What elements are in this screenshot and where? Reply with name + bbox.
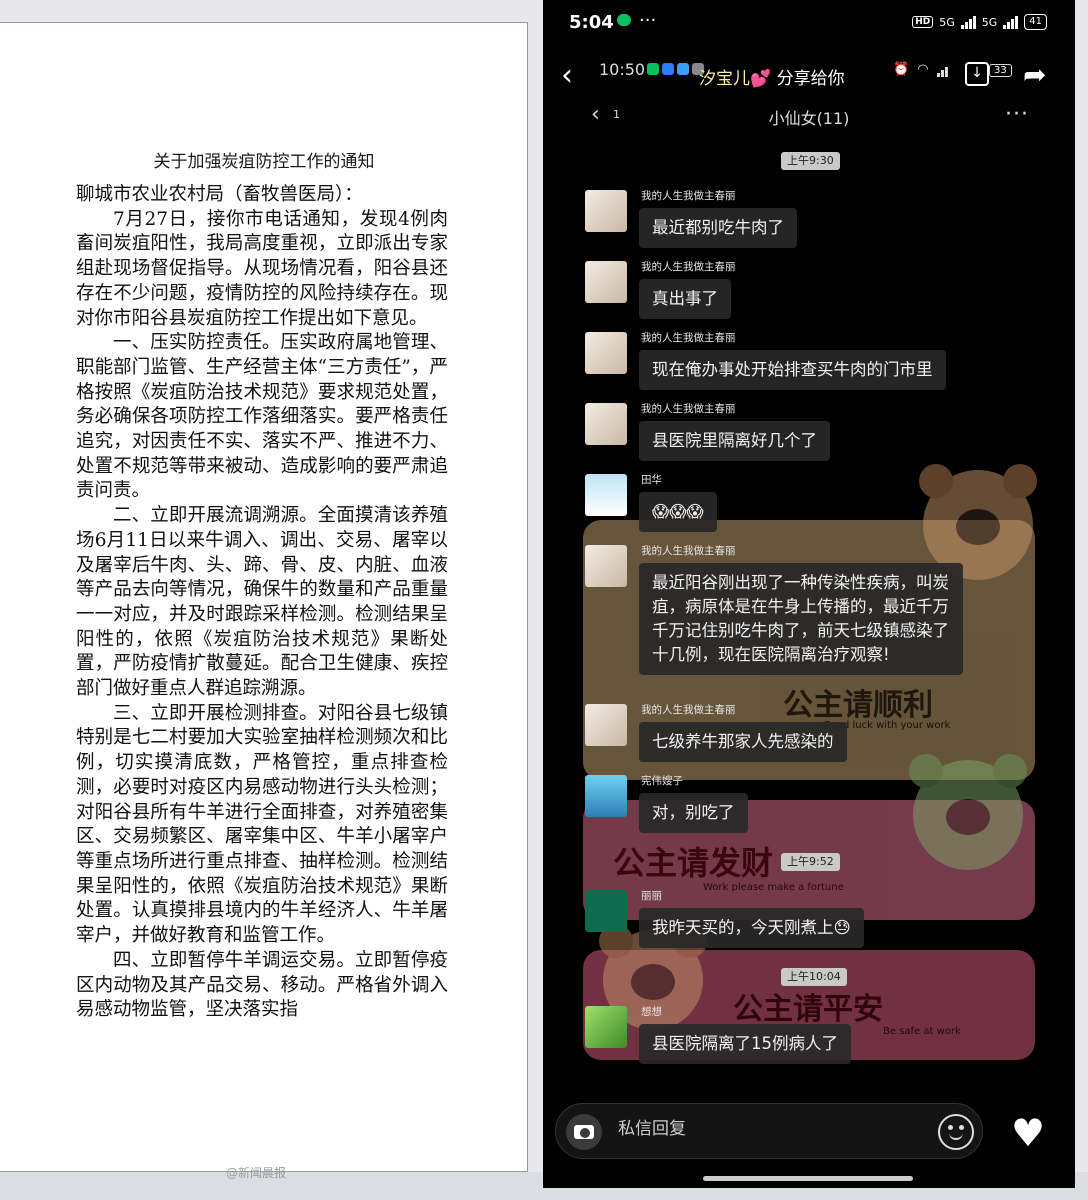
message-bubble[interactable]: 县医院里隔离好几个了 bbox=[639, 421, 830, 461]
like-heart-icon[interactable]: ♥ bbox=[1011, 1114, 1045, 1152]
avatar[interactable] bbox=[585, 545, 627, 587]
avatar[interactable] bbox=[585, 190, 627, 232]
message-bubble[interactable]: 真出事了 bbox=[639, 279, 731, 319]
sender-name: 宪伟嫂子 bbox=[641, 775, 683, 787]
sender-name: 我的人生我做主春丽 bbox=[641, 332, 736, 344]
message-bubble[interactable]: 最近阳谷刚出现了一种传染性疾病，叫炭疽，病原体是在牛身上传播的，最近千万千万记住… bbox=[639, 563, 963, 675]
battery-icon: 41 bbox=[1024, 14, 1047, 30]
message-bubble[interactable]: 县医院隔离了15例病人了 bbox=[639, 1024, 851, 1064]
avatar[interactable] bbox=[585, 1006, 627, 1048]
time-divider: 上午9:52 bbox=[781, 853, 840, 871]
sticker-text: 公主请发财 bbox=[613, 844, 774, 882]
sender-name: 我的人生我做主春丽 bbox=[641, 545, 736, 557]
avatar[interactable] bbox=[585, 474, 627, 516]
status-time: 5:04 bbox=[569, 12, 614, 33]
time-divider: 上午10:04 bbox=[781, 968, 847, 986]
inner-status-time: 10:50 bbox=[599, 60, 646, 79]
notice-document: 关于加强炭疽防控工作的通知 聊城市农业农村局（畜牧兽医局）： 7月27日，接你市… bbox=[0, 22, 528, 1172]
system-status-bar: 5:04 ··· HD 5G 5G 41 bbox=[543, 0, 1075, 48]
heart-emoji: 💕 bbox=[750, 69, 772, 89]
chat-header: ‹ 1 小仙女(11) ··· bbox=[543, 100, 1075, 134]
frog-bear-sticker-icon bbox=[909, 754, 1027, 870]
document-paragraph: 7月27日，接你市电话通知，发现4例肉畜间炭疽阳性，我局高度重视，立即派出专家组… bbox=[76, 208, 448, 329]
reply-bar bbox=[555, 1103, 983, 1159]
message-bubble[interactable]: 我昨天买的，今天刚煮上😓 bbox=[639, 908, 864, 948]
back-arrow-icon[interactable]: ‹ bbox=[561, 58, 573, 93]
avatar[interactable] bbox=[585, 775, 627, 817]
status-indicators: HD 5G 5G 41 bbox=[912, 14, 1047, 30]
message-bubble[interactable]: 对，别吃了 bbox=[639, 793, 748, 833]
more-options-icon[interactable]: ··· bbox=[1005, 102, 1029, 127]
sender-name: 想想 bbox=[641, 1006, 662, 1018]
reply-input[interactable] bbox=[618, 1119, 918, 1139]
inner-signal-icon bbox=[936, 63, 948, 77]
sharer-name: 汐宝儿 bbox=[699, 69, 750, 89]
phone-screen: 5:04 ··· HD 5G 5G 41 ‹ 10:50 汐宝儿💕 分享给你 ⏰… bbox=[543, 0, 1075, 1188]
inner-notification-icons bbox=[647, 63, 704, 75]
home-indicator[interactable] bbox=[703, 1176, 913, 1181]
avatar[interactable] bbox=[585, 704, 627, 746]
more-notifications-icon: ··· bbox=[639, 10, 657, 31]
document-paragraph: 一、压实防控责任。压实政府属地管理、职能部门监管、生产经营主体“三方责任”，严格… bbox=[76, 332, 448, 502]
share-title: 汐宝儿💕 分享给你 bbox=[699, 64, 845, 89]
avatar[interactable] bbox=[585, 261, 627, 303]
sender-name: 丽丽 bbox=[641, 890, 662, 902]
time-divider: 上午9:30 bbox=[781, 152, 840, 170]
sticker-text: 公主请顺利 bbox=[783, 688, 933, 723]
document-paragraph: 聊城市农业农村局（畜牧兽医局）： bbox=[76, 184, 363, 205]
document-paragraph: 四、立即暂停牛羊调运交易。立即暂停疫区内动物及其产品交易、移动。严格省外调入易感… bbox=[76, 949, 448, 1021]
avatar[interactable] bbox=[585, 403, 627, 445]
document-paragraph: 三、立即开展检测排查。对阳谷县七级镇特别是七二村要加大实验室抽样检测频次和比例，… bbox=[76, 702, 448, 947]
network-label: 5G bbox=[939, 15, 955, 29]
sender-name: 田华 bbox=[641, 474, 662, 486]
message-bubble[interactable]: 😱😱😱 bbox=[639, 492, 717, 532]
signal-icon bbox=[960, 15, 976, 29]
sticker-subtext: Work please make a fortune bbox=[703, 882, 844, 893]
message-bubble[interactable]: 现在俺办事处开始排查买牛肉的门市里 bbox=[639, 350, 946, 390]
hd-voice-icon: HD bbox=[912, 16, 934, 28]
inner-battery-icon: 33 bbox=[989, 64, 1012, 77]
message-bubble[interactable]: 最近都别吃牛肉了 bbox=[639, 208, 797, 248]
avatar[interactable] bbox=[585, 890, 627, 932]
document-body: 聊城市农业农村局（畜牧兽医局）： 7月27日，接你市电话通知，发现4例肉畜间炭疽… bbox=[76, 183, 448, 1023]
sender-name: 我的人生我做主春丽 bbox=[641, 190, 736, 202]
avatar[interactable] bbox=[585, 332, 627, 374]
camera-icon[interactable] bbox=[566, 1114, 602, 1150]
network-label: 5G bbox=[981, 15, 998, 29]
weibo-watermark: @新闻晨报 bbox=[226, 1166, 287, 1180]
sender-name: 我的人生我做主春丽 bbox=[641, 704, 736, 716]
signal-icon bbox=[1003, 15, 1019, 29]
message-bubble[interactable]: 七级养牛那家人先感染的 bbox=[639, 722, 847, 762]
sticker-text: 公主请平安 bbox=[733, 992, 883, 1027]
sender-name: 我的人生我做主春丽 bbox=[641, 403, 736, 415]
download-icon[interactable]: ↓ bbox=[965, 62, 989, 86]
sticker-subtext: Be safe at work bbox=[883, 1026, 961, 1037]
share-action-label: 分享给你 bbox=[776, 69, 845, 89]
emoji-icon[interactable] bbox=[938, 1114, 974, 1150]
share-header: ‹ 10:50 汐宝儿💕 分享给你 ⏰ ◠ ↓ 33 ➦ bbox=[543, 50, 1075, 100]
document-title: 关于加强炭疽防控工作的通知 bbox=[153, 152, 375, 172]
alarm-icon: ⏰ bbox=[893, 62, 910, 77]
chat-area: 公主请顺利 Good luck with your work 公主请发财 Wor… bbox=[543, 140, 1075, 1090]
wechat-notification-icon bbox=[617, 14, 631, 26]
sender-name: 我的人生我做主春丽 bbox=[641, 261, 736, 273]
share-arrow-icon[interactable]: ➦ bbox=[1023, 58, 1046, 91]
inner-status-indicators: ⏰ ◠ bbox=[893, 62, 948, 77]
wifi-icon: ◠ bbox=[917, 62, 929, 77]
group-name: 小仙女(11) bbox=[768, 109, 850, 128]
document-paragraph: 二、立即开展流调溯源。全面摸清该养殖场6月11日以来牛调入、调出、交易、屠宰以及… bbox=[76, 505, 448, 700]
